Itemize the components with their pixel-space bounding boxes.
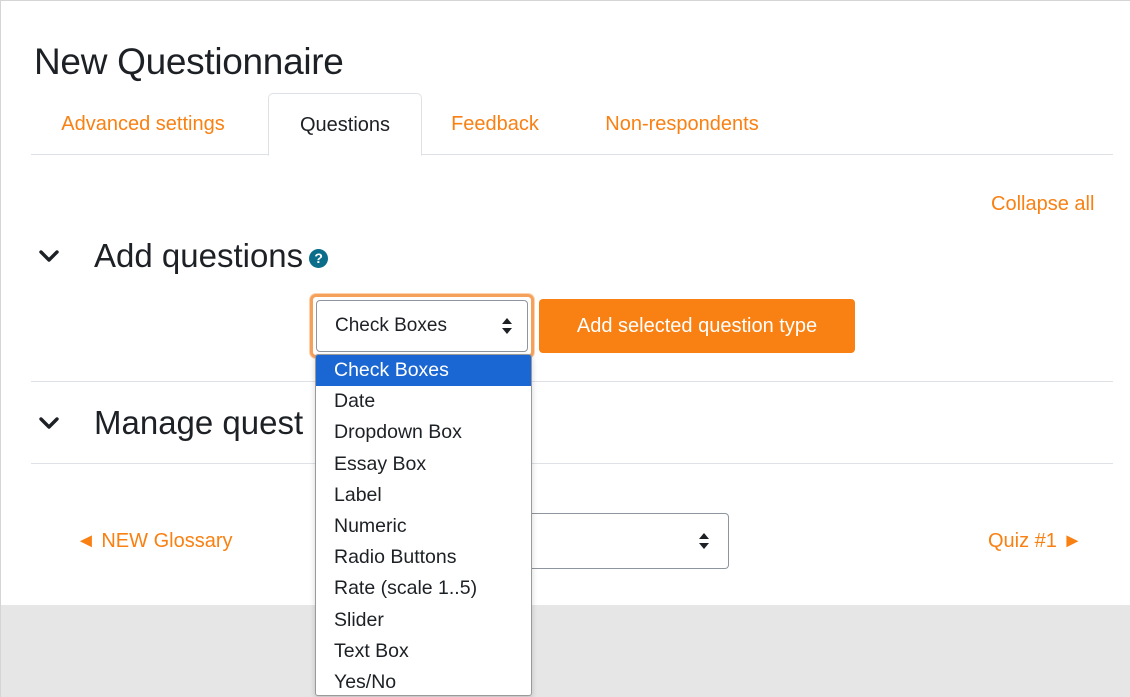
option-date[interactable]: Date [316,386,531,417]
tab-feedback[interactable]: Feedback [441,93,549,155]
question-type-select-value: Check Boxes [335,315,447,336]
option-rate-scale[interactable]: Rate (scale 1..5) [316,573,531,604]
option-radio-buttons[interactable]: Radio Buttons [316,542,531,573]
question-type-select-box[interactable]: Check Boxes [316,300,528,352]
page-frame: New Questionnaire Advanced settings Ques… [0,0,1130,697]
add-questions-header[interactable]: Add questions ? [38,237,329,275]
footer-band [1,605,1130,697]
option-numeric[interactable]: Numeric [316,511,531,542]
option-essay-box[interactable]: Essay Box [316,449,531,480]
manage-questions-header[interactable]: Manage quest [38,404,303,442]
question-type-options-list[interactable]: Check Boxes Date Dropdown Box Essay Box … [315,354,532,696]
section-divider [31,463,1113,464]
option-yes-no[interactable]: Yes/No [316,667,531,695]
tab-advanced-settings[interactable]: Advanced settings [43,93,243,155]
question-type-select[interactable]: Check Boxes [310,294,534,358]
tab-bar: Advanced settings Questions Feedback Non… [31,93,1113,156]
chevron-down-icon [39,417,59,429]
question-circle-icon[interactable]: ? [309,248,329,268]
tab-non-respondents[interactable]: Non-respondents [587,93,777,155]
add-selected-question-type-button[interactable]: Add selected question type [539,299,855,353]
collapse-all-link[interactable]: Collapse all [991,193,1094,216]
section-title-manage-questions: Manage quest [94,404,304,441]
page-title: New Questionnaire [34,41,344,82]
option-dropdown-box[interactable]: Dropdown Box [316,417,531,448]
option-check-boxes[interactable]: Check Boxes [316,355,531,387]
option-label[interactable]: Label [316,480,531,511]
option-text-box[interactable]: Text Box [316,636,531,667]
section-title-add-questions: Add questions [94,237,304,274]
updown-arrows-icon [502,318,512,334]
updown-arrows-icon [699,533,709,549]
section-divider [31,381,1113,382]
prev-activity-link[interactable]: ◄ NEW Glossary [76,530,232,553]
option-slider[interactable]: Slider [316,605,531,636]
chevron-down-icon [39,250,59,262]
tab-questions[interactable]: Questions [268,93,422,156]
next-activity-link[interactable]: Quiz #1 ► [988,530,1082,553]
